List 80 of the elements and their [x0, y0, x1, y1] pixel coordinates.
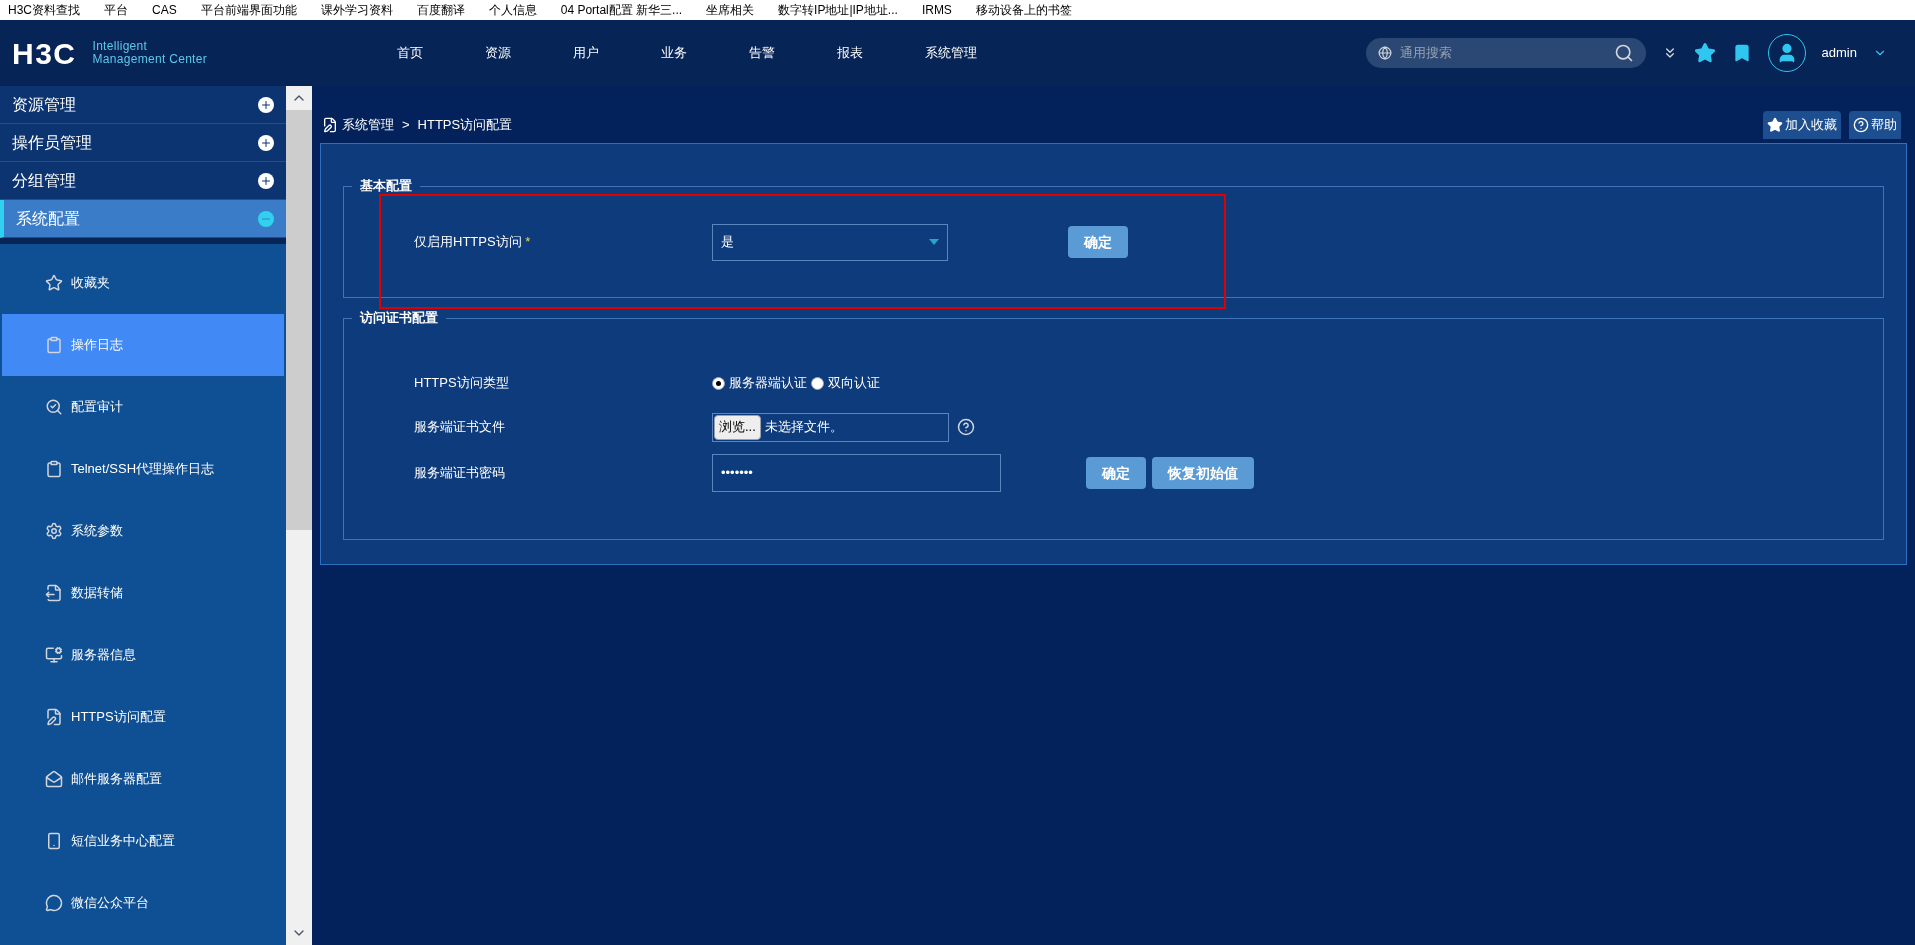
password-field[interactable]: ••••••• [712, 454, 1001, 492]
logo: H3C [12, 35, 77, 72]
bookmark-link[interactable]: 数字转IP地址|IP地址... [778, 1, 898, 19]
file-field[interactable]: 浏览... 未选择文件。 [712, 412, 949, 442]
bookmark-link[interactable]: 平台 [104, 1, 128, 19]
sidebar-item[interactable]: 数据转储 [2, 562, 284, 624]
nav-link[interactable]: 用户 [573, 43, 599, 63]
clipboard-icon [45, 336, 63, 354]
sidebar-group[interactable]: 操作员管理 [0, 124, 286, 162]
sidebar-item[interactable]: 收藏夹 [2, 252, 284, 314]
sidebar-item[interactable]: HTTPS访问配置 [2, 686, 284, 748]
sidebar-item[interactable]: 配置审计 [2, 376, 284, 438]
radio-button[interactable] [811, 376, 824, 390]
sidebar-item[interactable]: 微信公众平台 [2, 872, 284, 934]
product-name: Management Center [92, 53, 207, 66]
breadcrumb-current: HTTPS访问配置 [417, 116, 513, 135]
sidebar-item[interactable]: 短信业务中心配置 [2, 810, 284, 872]
clipboard-icon [45, 460, 63, 478]
bookmark-link[interactable]: 坐席相关 [706, 1, 755, 19]
bookmark-link[interactable]: H3C资料查找 [8, 1, 80, 19]
nav-link[interactable]: 业务 [661, 43, 687, 63]
user-name[interactable]: admin [1821, 43, 1857, 63]
bookmark-link[interactable]: 平台前端界面功能 [200, 1, 297, 19]
help-icon[interactable] [957, 418, 975, 436]
browse-button[interactable]: 浏览... [714, 414, 761, 440]
field-label: HTTPS访问类型 [414, 374, 510, 393]
export-icon [45, 584, 63, 602]
scrollbar[interactable] [286, 86, 312, 945]
select-field[interactable]: 是 [712, 223, 948, 261]
favorite-button[interactable]: 加入收藏 [1763, 111, 1841, 139]
nav-link[interactable]: 告警 [749, 43, 775, 63]
bookmark-link[interactable]: 移动设备上的书签 [975, 1, 1072, 19]
bookmark-link[interactable]: CAS [152, 1, 177, 19]
help-icon [1853, 117, 1869, 133]
caret-icon [929, 239, 939, 245]
expand-icon[interactable] [258, 96, 274, 113]
radio-label[interactable]: 双向认证 [828, 373, 880, 393]
edit-icon [45, 708, 63, 726]
sidebar-item[interactable]: 服务器信息 [2, 624, 284, 686]
fieldset-legend: 访问证书配置 [352, 309, 446, 327]
bookmark-link[interactable]: 百度翻译 [416, 1, 465, 19]
nav-link[interactable]: 系统管理 [925, 43, 977, 63]
expand-icon[interactable] [258, 172, 274, 189]
bookmark-link[interactable]: 个人信息 [488, 1, 537, 19]
breadcrumb-link[interactable]: 系统管理 [342, 115, 394, 135]
sidebar-group[interactable]: 资源管理 [0, 86, 286, 124]
gear-icon [45, 522, 63, 540]
fieldset-legend: 基本配置 [352, 177, 420, 195]
nav-link[interactable]: 报表 [837, 43, 863, 63]
magnifier-icon [45, 398, 63, 416]
chat-icon [45, 894, 63, 912]
sidebar-item[interactable]: 系统参数 [2, 500, 284, 562]
search-field[interactable]: 通用搜索 [1365, 38, 1646, 68]
sidebar-group[interactable]: 分组管理 [0, 162, 286, 200]
field-label: 服务端证书密码 [414, 464, 506, 483]
search-icon[interactable] [1613, 43, 1634, 63]
sidebar-group[interactable]: 系统配置 [0, 200, 286, 238]
field-label: 仅启用HTTPS访问 * [414, 233, 532, 252]
help-button[interactable]: 帮助 [1849, 111, 1901, 139]
breadcrumb-separator: > [402, 116, 410, 135]
radio-button[interactable] [712, 376, 725, 390]
bookmark-link[interactable]: IRMS [921, 1, 952, 19]
radio-label[interactable]: 服务器端认证 [729, 373, 807, 393]
mail-icon [45, 770, 63, 788]
star-icon[interactable] [1693, 42, 1716, 64]
star-icon [1767, 117, 1783, 133]
nav-link[interactable]: 首页 [397, 43, 423, 63]
field-label: 服务端证书文件 [414, 418, 506, 437]
edit-icon [322, 117, 338, 133]
nav-link[interactable]: 资源 [485, 43, 511, 63]
product-name: Intelligent [92, 40, 149, 53]
phone-icon [45, 832, 63, 850]
monitor-icon [45, 646, 63, 664]
search-input[interactable]: 通用搜索 [1399, 43, 1606, 63]
bookmark-link[interactable]: 课外学习资料 [320, 1, 393, 19]
sidebar-item[interactable]: Telnet/SSH代理操作日志 [2, 438, 284, 500]
bookmark-link[interactable]: 04 Portal配置 新华三... [560, 1, 683, 19]
sidebar-item[interactable]: 邮件服务器配置 [2, 748, 284, 810]
expand-icon[interactable] [258, 134, 274, 151]
star-icon [45, 274, 63, 292]
